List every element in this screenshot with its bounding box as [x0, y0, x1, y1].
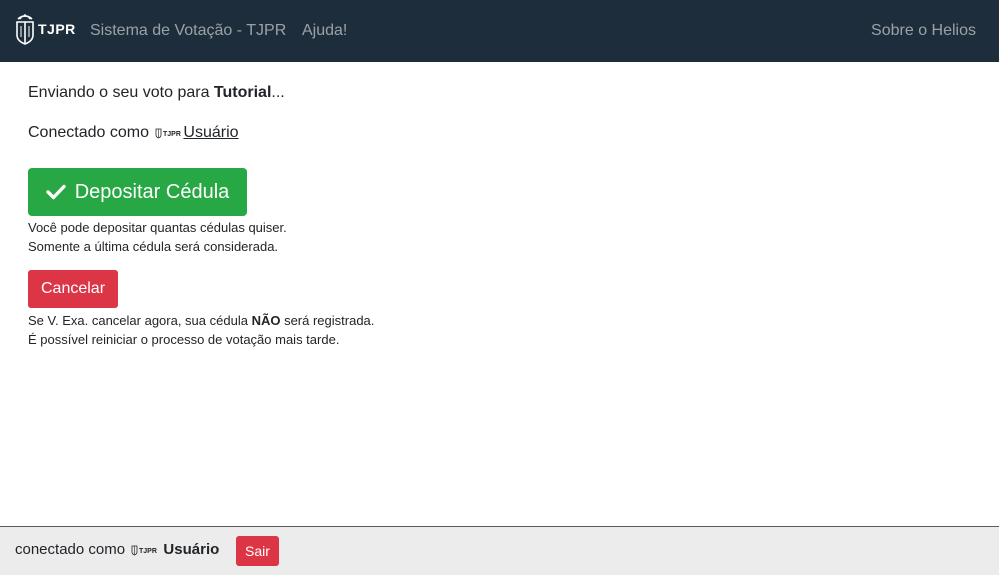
sending-suffix: ...	[271, 84, 285, 101]
check-icon	[46, 184, 66, 200]
sending-vote-text: Enviando o seu voto para Tutorial...	[28, 84, 285, 102]
deposit-note-2: Somente a última cédula será considerada…	[28, 239, 279, 254]
footer-bar: conectado como TJPR Usuário Sair	[0, 526, 999, 575]
tjpr-mini-logo-icon: TJPR	[131, 545, 157, 556]
cancel-note-1: Se V. Exa. cancelar agora, sua cédula NÃ…	[28, 311, 374, 330]
footer-connected-text: conectado como TJPR Usuário	[15, 541, 219, 558]
sending-prefix: Enviando o seu voto para	[28, 84, 214, 101]
tjpr-logo-icon	[16, 14, 34, 45]
connected-prefix: Conectado como	[28, 124, 149, 141]
cancel-note-prefix: Se V. Exa. cancelar agora, sua cédula	[28, 313, 252, 328]
logout-button[interactable]: Sair	[236, 536, 279, 566]
cancel-note-2: É possível reiniciar o processo de votaç…	[28, 332, 340, 347]
brand-text: TJPR	[38, 21, 76, 37]
nav-link-system[interactable]: Sistema de Votação - TJPR	[90, 22, 286, 40]
cancel-note-bold: NÃO	[251, 313, 281, 328]
user-name: Usuário	[183, 124, 239, 141]
top-navbar: TJPR Sistema de Votação - TJPR Ajuda! So…	[0, 0, 999, 62]
cancel-button[interactable]: Cancelar	[28, 270, 118, 308]
deposit-note-1: Você pode depositar quantas cédulas quis…	[28, 220, 287, 235]
deposit-ballot-button[interactable]: Depositar Cédula	[28, 168, 247, 216]
nav-link-about-helios[interactable]: Sobre o Helios	[871, 22, 976, 40]
connected-as-text: Conectado como TJPR Usuário	[28, 124, 239, 142]
nav-link-help[interactable]: Ajuda!	[302, 22, 347, 40]
election-name: Tutorial	[213, 84, 272, 101]
user-link[interactable]: TJPR Usuário	[153, 124, 239, 141]
cancel-note-suffix: será registrada.	[280, 313, 375, 328]
deposit-button-label: Depositar Cédula	[74, 180, 230, 203]
tjpr-mini-logo-icon: TJPR	[156, 128, 181, 139]
svg-text:TJPR: TJPR	[163, 131, 181, 138]
brand-link[interactable]: TJPR	[15, 13, 76, 45]
svg-text:TJPR: TJPR	[139, 548, 157, 555]
footer-connected-prefix: conectado como	[15, 541, 126, 558]
footer-user-name: Usuário	[163, 541, 220, 558]
